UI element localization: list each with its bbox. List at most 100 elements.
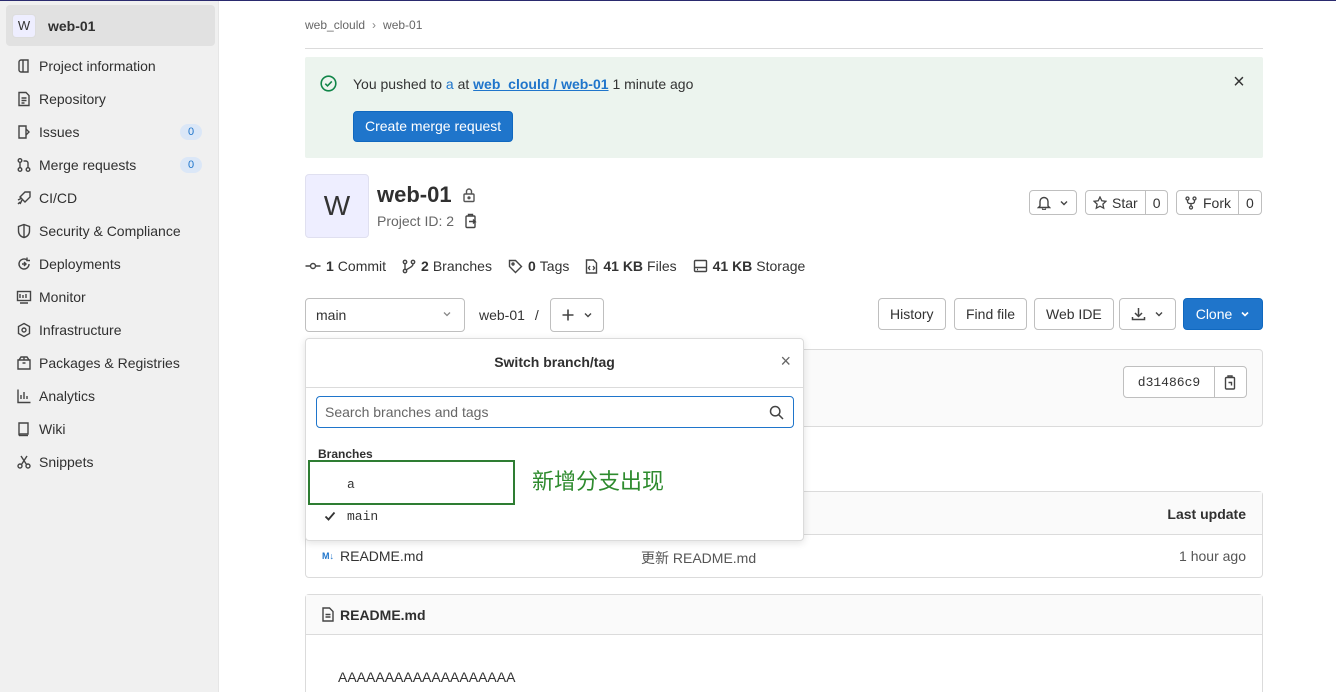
- sidebar-item-project-information[interactable]: Project information: [0, 49, 218, 82]
- rocket-icon: [17, 190, 31, 204]
- sidebar-nav: Project information Repository Issues 0 …: [0, 49, 218, 478]
- alert-prefix: You pushed to: [353, 76, 443, 92]
- check-circle-icon: [320, 75, 337, 92]
- readme-header: README.md: [306, 595, 1262, 635]
- notification-seg: [1030, 191, 1076, 214]
- project-id-text: Project ID: 2: [377, 213, 455, 229]
- sidebar-item-snippets[interactable]: Snippets: [0, 445, 218, 478]
- notification-dropdown[interactable]: [1029, 190, 1077, 215]
- repo-path-root[interactable]: web-01: [479, 307, 525, 323]
- branch-selector[interactable]: main: [305, 298, 465, 332]
- branch-selector-value: main: [316, 307, 347, 323]
- commit-sha[interactable]: d31486c9: [1124, 367, 1215, 397]
- star-button[interactable]: Star: [1086, 191, 1145, 214]
- create-merge-request-button[interactable]: Create merge request: [353, 111, 514, 142]
- history-button[interactable]: History: [878, 298, 946, 330]
- star-button-group: Star 0: [1085, 190, 1169, 215]
- fork-button[interactable]: Fork: [1177, 191, 1238, 214]
- sidebar-item-infrastructure[interactable]: Infrastructure: [0, 313, 218, 346]
- bell-icon: [1037, 196, 1051, 210]
- table-row[interactable]: M↓ README.md 更新 README.md 1 hour ago: [306, 535, 1262, 577]
- chevron-down-icon: [584, 313, 592, 318]
- merge-requests-count-badge: 0: [180, 157, 202, 173]
- project-stats: 1 Commit 2 Branches 0 Tags 41 KB Files 41 KB…: [305, 258, 821, 274]
- find-file-button[interactable]: Find file: [954, 298, 1028, 330]
- tags-count: 0: [527, 258, 536, 274]
- breadcrumb-project-link[interactable]: web-01: [383, 18, 422, 32]
- sidebar-item-label: Issues: [39, 123, 80, 140]
- sidebar-item-wiki[interactable]: Wiki: [0, 412, 218, 445]
- star-count[interactable]: 0: [1144, 191, 1168, 214]
- document-icon: [18, 91, 30, 106]
- sidebar-item-merge-requests[interactable]: Merge requests 0: [0, 148, 218, 181]
- download-icon: [1131, 308, 1146, 321]
- sidebar-item-repository[interactable]: Repository: [0, 82, 218, 115]
- stat-storage[interactable]: 41 KB Storage: [693, 258, 805, 274]
- clone-button[interactable]: Clone: [1183, 298, 1263, 330]
- add-file-dropdown[interactable]: [550, 298, 604, 332]
- sidebar-item-label: Wiki: [39, 420, 66, 437]
- files-size: 41 KB: [603, 258, 644, 274]
- copy-sha-button[interactable]: [1215, 367, 1246, 397]
- tags-label: Tags: [539, 258, 570, 274]
- stat-files[interactable]: 41 KB Files: [585, 258, 677, 274]
- sidebar-item-packages-registries[interactable]: Packages & Registries: [0, 346, 218, 379]
- fork-button-group: Fork 0: [1176, 190, 1262, 215]
- sidebar-item-ci-cd[interactable]: CI/CD: [0, 181, 218, 214]
- web-ide-button[interactable]: Web IDE: [1034, 298, 1114, 330]
- storage-size: 41 KB: [712, 258, 753, 274]
- branch-search-field[interactable]: [316, 396, 794, 428]
- alert-project-link[interactable]: web_clould / web-01: [473, 76, 608, 92]
- stat-tags[interactable]: 0 Tags: [508, 258, 569, 274]
- sidebar-project-header[interactable]: W web-01: [6, 5, 215, 46]
- commits-label: Commit: [337, 258, 387, 274]
- sidebar-item-security-compliance[interactable]: Security & Compliance: [0, 214, 218, 247]
- alert-close-icon[interactable]: ×: [1229, 72, 1249, 92]
- file-name[interactable]: M↓ README.md: [322, 548, 423, 564]
- alert-time: 1 minute ago: [612, 76, 694, 92]
- stat-branches[interactable]: 2 Branches: [402, 258, 492, 274]
- dropdown-divider: [306, 387, 803, 388]
- branch-icon: [402, 259, 416, 273]
- sidebar-item-monitor[interactable]: Monitor: [0, 280, 218, 313]
- fork-count[interactable]: 0: [1238, 191, 1261, 214]
- branch-name: main: [347, 509, 379, 524]
- sidebar-item-analytics[interactable]: Analytics: [0, 379, 218, 412]
- file-icon: [322, 607, 334, 622]
- breadcrumb-separator-icon: ›: [372, 18, 377, 32]
- chevron-down-icon: [1241, 311, 1249, 317]
- dropdown-close-icon[interactable]: ×: [780, 352, 791, 370]
- commit-icon: [305, 262, 321, 270]
- branch-search-input[interactable]: [317, 397, 793, 427]
- breadcrumb-group-link[interactable]: web_clould: [305, 18, 365, 32]
- project-id: Project ID: 2: [377, 213, 478, 229]
- sidebar-item-label: Snippets: [39, 453, 94, 470]
- chart-icon: [17, 389, 31, 403]
- sidebar-item-issues[interactable]: Issues 0: [0, 115, 218, 148]
- search-icon: [769, 405, 784, 420]
- file-last-update: 1 hour ago: [1179, 548, 1246, 564]
- monitor-icon: [16, 290, 32, 304]
- stat-commits[interactable]: 1 Commit: [305, 258, 386, 274]
- download-dropdown[interactable]: [1119, 298, 1176, 330]
- alert-middle: at: [457, 76, 470, 92]
- file-commit-message[interactable]: 更新 README.md: [641, 548, 756, 568]
- branch-item-main[interactable]: main: [306, 503, 803, 531]
- copy-icon[interactable]: [464, 213, 478, 229]
- sidebar-item-label: Security & Compliance: [39, 222, 181, 239]
- book-icon: [18, 421, 29, 436]
- dropdown-title: Switch branch/tag: [494, 354, 615, 370]
- readme-title[interactable]: README.md: [340, 607, 426, 623]
- project-title: web-01: [377, 182, 476, 208]
- snippet-icon: [17, 455, 31, 469]
- sidebar-project-name: web-01: [48, 17, 96, 34]
- project-avatar-small: W: [12, 13, 36, 38]
- sidebar-item-label: Deployments: [39, 255, 121, 272]
- main-content: web_clould › web-01 You pushed to a at w…: [305, 0, 1263, 692]
- divider: [305, 48, 1263, 49]
- sidebar-item-deployments[interactable]: Deployments: [0, 247, 218, 280]
- sidebar-item-label: Project information: [39, 57, 156, 74]
- sidebar-item-label: CI/CD: [39, 189, 78, 206]
- star-label: Star: [1112, 194, 1138, 211]
- lock-icon: [462, 188, 475, 203]
